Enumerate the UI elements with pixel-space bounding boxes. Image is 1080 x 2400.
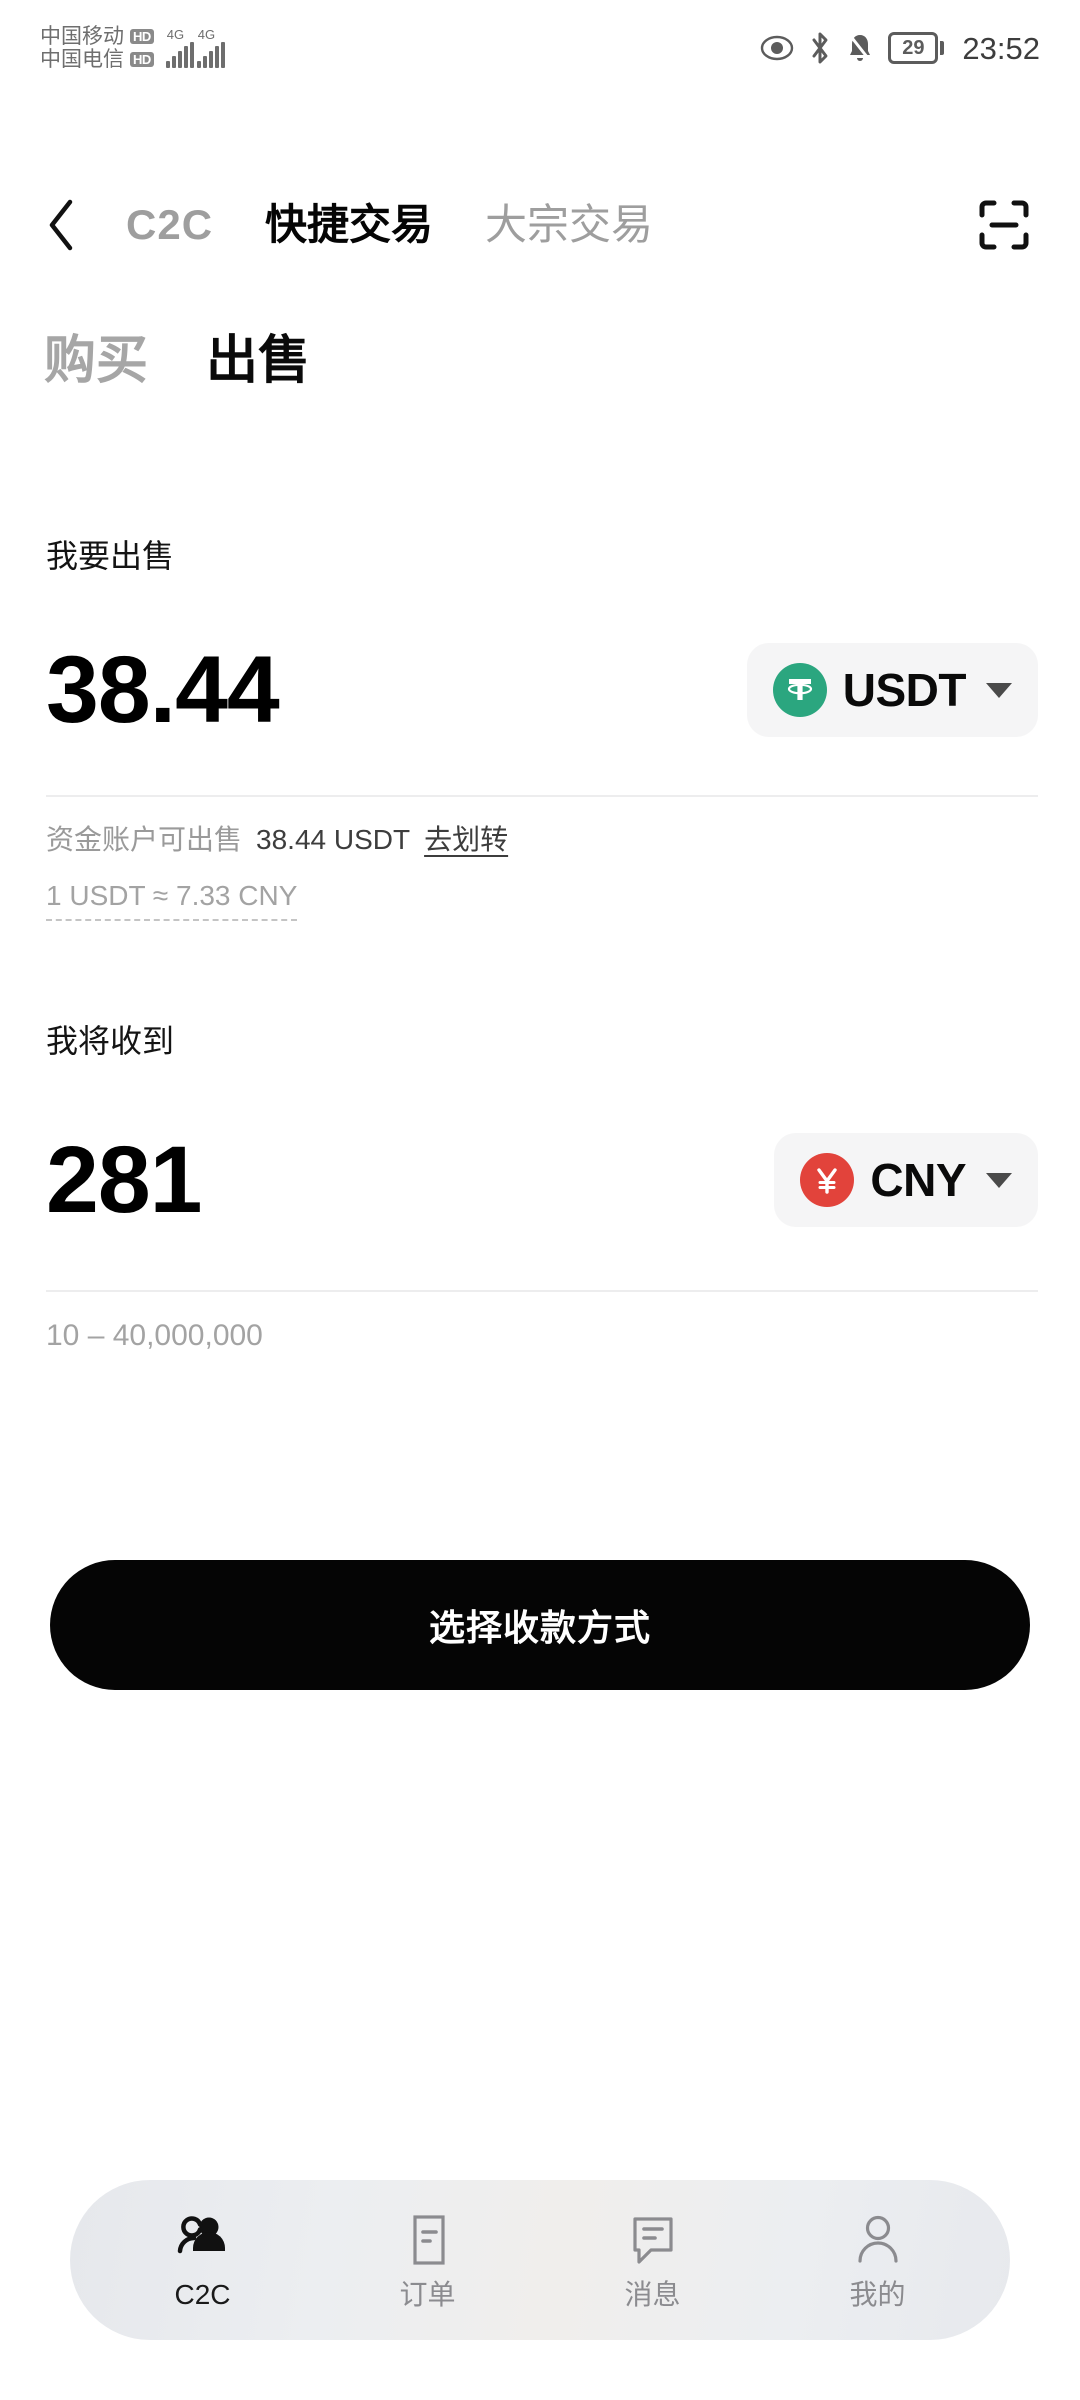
order-document-icon [402, 2211, 454, 2269]
bell-muted-icon [846, 32, 874, 64]
signal-unit-2: 4G [196, 27, 225, 68]
battery-level: 29 [902, 37, 925, 59]
sell-currency-code: USDT [842, 664, 967, 716]
receive-section-label: 我将收到 [46, 1023, 175, 1059]
bottom-nav-label: C2C [174, 2279, 231, 2310]
tab-buy[interactable]: 购买 [44, 335, 148, 387]
select-payment-method-button[interactable]: 选择收款方式 [50, 1560, 1030, 1690]
cta-label: 选择收款方式 [428, 1607, 651, 1648]
sell-divider [46, 795, 1038, 797]
nav-tab-c2c[interactable]: C2C [126, 204, 213, 246]
battery-body: 29 [888, 32, 939, 64]
receive-amount-input[interactable]: 281 [46, 1132, 203, 1228]
receive-currency-selector[interactable]: CNY [774, 1133, 1038, 1227]
carrier-list: 中国移动 HD 中国电信 HD [40, 26, 154, 70]
balance-label: 资金账户可出售 [46, 824, 243, 855]
bottom-nav-item-messages[interactable]: 消息 [563, 2211, 743, 2309]
bottom-navigation-bar: C2C 订单 消息 我的 [70, 2180, 1010, 2340]
network-type-label: 4G [197, 27, 216, 42]
trade-direction-tabs: 购买 出售 [44, 335, 310, 387]
battery-indicator: 29 [888, 32, 945, 64]
battery-cap [940, 41, 945, 55]
signal-bars-icon [165, 42, 194, 68]
bottom-nav-label: 订单 [399, 2279, 456, 2310]
transfer-link[interactable]: 去划转 [424, 824, 508, 856]
yuan-icon [800, 1153, 855, 1207]
signal-group: 4G 4G [165, 27, 225, 68]
status-bar-right: 29 23:52 [760, 31, 1040, 65]
tether-icon [772, 663, 827, 717]
receive-divider [46, 1290, 1038, 1292]
bottom-nav-item-c2c[interactable]: C2C [113, 2211, 293, 2309]
bottom-nav-item-orders[interactable]: 订单 [338, 2211, 518, 2309]
bottom-nav-label: 消息 [624, 2279, 681, 2310]
balance-value: 38.44 USDT [256, 824, 411, 855]
signal-bars-icon [196, 42, 225, 68]
eye-icon [760, 35, 794, 61]
scan-button[interactable] [972, 193, 1036, 257]
hd-badge: HD [130, 51, 154, 68]
receive-amount-row: 281 CNY [46, 1110, 1038, 1250]
bluetooth-icon [808, 31, 832, 65]
receive-currency-code: CNY [870, 1154, 966, 1206]
people-icon [175, 2211, 231, 2269]
signal-unit-1: 4G [165, 27, 194, 68]
carrier-name: 中国移动 [40, 25, 124, 48]
sell-amount-input[interactable]: 38.44 [46, 642, 280, 738]
chevron-down-icon [986, 1172, 1012, 1188]
chevron-left-icon [49, 199, 73, 251]
status-bar-left: 中国移动 HD 中国电信 HD 4G 4G [40, 26, 225, 70]
chat-bubble-icon [626, 2211, 680, 2269]
app-screen: 中国移动 HD 中国电信 HD 4G 4G 29 23:52 C2C 快捷交易 … [0, 0, 1080, 2400]
carrier-name: 中国电信 [40, 48, 124, 71]
scan-icon [979, 200, 1029, 250]
amount-limit-hint: 10 – 40,000,000 [46, 1319, 263, 1352]
hd-badge: HD [130, 28, 154, 45]
sell-amount-row: 38.44 USDT [46, 620, 1038, 760]
nav-tab-quick-trade[interactable]: 快捷交易 [265, 204, 433, 246]
nav-tab-list: C2C 快捷交易 大宗交易 [126, 204, 653, 246]
carrier-row-1: 中国移动 HD [40, 26, 154, 47]
sell-section-label: 我要出售 [46, 538, 175, 574]
carrier-row-2: 中国电信 HD [40, 49, 154, 70]
nav-tab-block-trade[interactable]: 大宗交易 [485, 204, 653, 246]
exchange-rate-note[interactable]: 1 USDT ≈ 7.33 CNY [46, 875, 298, 921]
nav-bar: C2C 快捷交易 大宗交易 [0, 170, 1080, 280]
sell-balance-line: 资金账户可出售 38.44 USDT 去划转 [46, 824, 508, 856]
network-type-label: 4G [166, 27, 185, 42]
back-button[interactable] [44, 197, 104, 253]
tab-sell[interactable]: 出售 [206, 335, 310, 387]
status-bar: 中国移动 HD 中国电信 HD 4G 4G 29 23:52 [0, 0, 1080, 96]
bottom-nav-label: 我的 [849, 2279, 906, 2310]
sell-currency-selector[interactable]: USDT [746, 643, 1038, 737]
person-icon [852, 2211, 904, 2269]
chevron-down-icon [986, 682, 1012, 698]
bottom-nav-item-profile[interactable]: 我的 [788, 2211, 968, 2309]
status-bar-clock: 23:52 [962, 30, 1040, 66]
